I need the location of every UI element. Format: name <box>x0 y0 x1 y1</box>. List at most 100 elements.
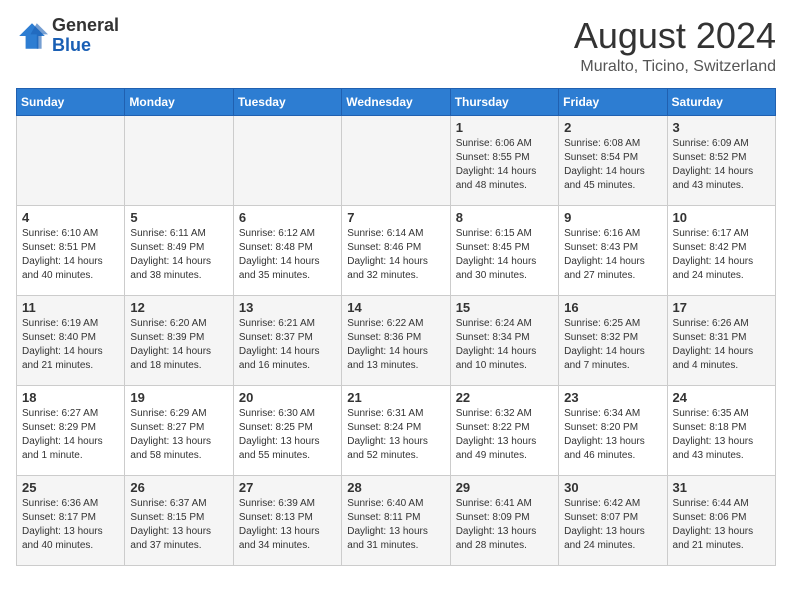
calendar-cell: 19Sunrise: 6:29 AM Sunset: 8:27 PM Dayli… <box>125 385 233 475</box>
logo-icon <box>16 20 48 52</box>
day-detail: Sunrise: 6:14 AM Sunset: 8:46 PM Dayligh… <box>347 227 444 283</box>
day-number: 24 <box>673 390 770 405</box>
day-detail: Sunrise: 6:34 AM Sunset: 8:20 PM Dayligh… <box>564 407 661 463</box>
day-number: 8 <box>456 210 553 225</box>
calendar-cell <box>125 115 233 205</box>
day-number: 9 <box>564 210 661 225</box>
day-number: 11 <box>22 300 119 315</box>
weekday-header: Saturday <box>667 88 775 115</box>
calendar-cell: 8 Sunrise: 6:15 AM Sunset: 8:45 PM Daylig… <box>450 205 558 295</box>
day-number: 15 <box>456 300 553 315</box>
calendar-week-row: 11Sunrise: 6:19 AM Sunset: 8:40 PM Dayli… <box>17 295 776 385</box>
day-detail: Sunrise: 6:22 AM Sunset: 8:36 PM Dayligh… <box>347 317 444 373</box>
calendar-cell: 21 Sunrise: 6:31 AM Sunset: 8:24 PM Dayli… <box>342 385 450 475</box>
day-detail: Sunrise: 6:26 AM Sunset: 8:31 PM Dayligh… <box>673 317 770 373</box>
day-detail: Sunrise: 6:40 AM Sunset: 8:11 PM Dayligh… <box>347 497 444 553</box>
day-detail: Sunrise: 6:27 AM Sunset: 8:29 PM Dayligh… <box>22 407 119 463</box>
calendar-cell: 13 Sunrise: 6:21 AM Sunset: 8:37 PM Dayli… <box>233 295 341 385</box>
calendar-cell: 7 Sunrise: 6:14 AM Sunset: 8:46 PM Daylig… <box>342 205 450 295</box>
calendar-cell: 27Sunrise: 6:39 AM Sunset: 8:13 PM Dayli… <box>233 475 341 565</box>
calendar-table: SundayMondayTuesdayWednesdayThursdayFrid… <box>16 88 776 566</box>
calendar-cell: 6 Sunrise: 6:12 AM Sunset: 8:48 PM Daylig… <box>233 205 341 295</box>
day-detail: Sunrise: 6:31 AM Sunset: 8:24 PM Dayligh… <box>347 407 444 463</box>
day-detail: Sunrise: 6:16 AM Sunset: 8:43 PM Dayligh… <box>564 227 661 283</box>
day-detail: Sunrise: 6:06 AM Sunset: 8:55 PM Dayligh… <box>456 137 553 193</box>
weekday-header: Thursday <box>450 88 558 115</box>
calendar-cell: 10Sunrise: 6:17 AM Sunset: 8:42 PM Dayli… <box>667 205 775 295</box>
calendar-cell: 31 Sunrise: 6:44 AM Sunset: 8:06 PM Dayli… <box>667 475 775 565</box>
day-detail: Sunrise: 6:15 AM Sunset: 8:45 PM Dayligh… <box>456 227 553 283</box>
day-number: 16 <box>564 300 661 315</box>
calendar-week-row: 18 Sunrise: 6:27 AM Sunset: 8:29 PM Dayli… <box>17 385 776 475</box>
day-detail: Sunrise: 6:36 AM Sunset: 8:17 PM Dayligh… <box>22 497 119 553</box>
day-detail: Sunrise: 6:44 AM Sunset: 8:06 PM Dayligh… <box>673 497 770 553</box>
calendar-cell: 29Sunrise: 6:41 AM Sunset: 8:09 PM Dayli… <box>450 475 558 565</box>
calendar-cell: 24Sunrise: 6:35 AM Sunset: 8:18 PM Dayli… <box>667 385 775 475</box>
calendar-week-row: 25 Sunrise: 6:36 AM Sunset: 8:17 PM Dayli… <box>17 475 776 565</box>
day-number: 1 <box>456 120 553 135</box>
calendar-cell: 2 Sunrise: 6:08 AM Sunset: 8:54 PM Daylig… <box>559 115 667 205</box>
day-number: 31 <box>673 480 770 495</box>
page-header: General Blue August 2024 Muralto, Ticino… <box>16 16 776 76</box>
weekday-header: Wednesday <box>342 88 450 115</box>
day-number: 18 <box>22 390 119 405</box>
day-number: 22 <box>456 390 553 405</box>
calendar-cell: 18 Sunrise: 6:27 AM Sunset: 8:29 PM Dayli… <box>17 385 125 475</box>
calendar-cell <box>233 115 341 205</box>
calendar-cell: 23 Sunrise: 6:34 AM Sunset: 8:20 PM Dayli… <box>559 385 667 475</box>
calendar-cell: 4Sunrise: 6:10 AM Sunset: 8:51 PM Daylig… <box>17 205 125 295</box>
day-number: 14 <box>347 300 444 315</box>
day-detail: Sunrise: 6:32 AM Sunset: 8:22 PM Dayligh… <box>456 407 553 463</box>
day-detail: Sunrise: 6:20 AM Sunset: 8:39 PM Dayligh… <box>130 317 227 373</box>
day-detail: Sunrise: 6:10 AM Sunset: 8:51 PM Dayligh… <box>22 227 119 283</box>
day-number: 23 <box>564 390 661 405</box>
calendar-cell: 22 Sunrise: 6:32 AM Sunset: 8:22 PM Dayli… <box>450 385 558 475</box>
calendar-week-row: 4Sunrise: 6:10 AM Sunset: 8:51 PM Daylig… <box>17 205 776 295</box>
day-detail: Sunrise: 6:24 AM Sunset: 8:34 PM Dayligh… <box>456 317 553 373</box>
day-detail: Sunrise: 6:09 AM Sunset: 8:52 PM Dayligh… <box>673 137 770 193</box>
calendar-cell: 5 Sunrise: 6:11 AM Sunset: 8:49 PM Daylig… <box>125 205 233 295</box>
day-number: 17 <box>673 300 770 315</box>
day-detail: Sunrise: 6:21 AM Sunset: 8:37 PM Dayligh… <box>239 317 336 373</box>
day-number: 13 <box>239 300 336 315</box>
calendar-cell: 15 Sunrise: 6:24 AM Sunset: 8:34 PM Dayli… <box>450 295 558 385</box>
calendar-subtitle: Muralto, Ticino, Switzerland <box>574 58 776 76</box>
day-number: 5 <box>130 210 227 225</box>
day-number: 7 <box>347 210 444 225</box>
day-number: 26 <box>130 480 227 495</box>
calendar-cell: 12 Sunrise: 6:20 AM Sunset: 8:39 PM Dayli… <box>125 295 233 385</box>
calendar-cell: 16 Sunrise: 6:25 AM Sunset: 8:32 PM Dayli… <box>559 295 667 385</box>
day-detail: Sunrise: 6:11 AM Sunset: 8:49 PM Dayligh… <box>130 227 227 283</box>
calendar-cell: 3 Sunrise: 6:09 AM Sunset: 8:52 PM Daylig… <box>667 115 775 205</box>
calendar-cell: 28 Sunrise: 6:40 AM Sunset: 8:11 PM Dayli… <box>342 475 450 565</box>
day-number: 30 <box>564 480 661 495</box>
day-detail: Sunrise: 6:08 AM Sunset: 8:54 PM Dayligh… <box>564 137 661 193</box>
calendar-cell: 14 Sunrise: 6:22 AM Sunset: 8:36 PM Dayli… <box>342 295 450 385</box>
day-number: 20 <box>239 390 336 405</box>
day-number: 25 <box>22 480 119 495</box>
day-detail: Sunrise: 6:12 AM Sunset: 8:48 PM Dayligh… <box>239 227 336 283</box>
calendar-title: August 2024 <box>574 16 776 56</box>
calendar-cell: 9 Sunrise: 6:16 AM Sunset: 8:43 PM Daylig… <box>559 205 667 295</box>
title-area: August 2024 Muralto, Ticino, Switzerland <box>574 16 776 76</box>
day-number: 21 <box>347 390 444 405</box>
calendar-cell <box>342 115 450 205</box>
day-detail: Sunrise: 6:42 AM Sunset: 8:07 PM Dayligh… <box>564 497 661 553</box>
weekday-header: Friday <box>559 88 667 115</box>
day-number: 12 <box>130 300 227 315</box>
logo-text: General Blue <box>52 16 119 56</box>
day-number: 28 <box>347 480 444 495</box>
day-number: 2 <box>564 120 661 135</box>
calendar-cell: 11Sunrise: 6:19 AM Sunset: 8:40 PM Dayli… <box>17 295 125 385</box>
calendar-cell <box>17 115 125 205</box>
day-detail: Sunrise: 6:29 AM Sunset: 8:27 PM Dayligh… <box>130 407 227 463</box>
calendar-week-row: 1 Sunrise: 6:06 AM Sunset: 8:55 PM Daylig… <box>17 115 776 205</box>
day-number: 10 <box>673 210 770 225</box>
day-detail: Sunrise: 6:25 AM Sunset: 8:32 PM Dayligh… <box>564 317 661 373</box>
day-number: 3 <box>673 120 770 135</box>
calendar-cell: 1 Sunrise: 6:06 AM Sunset: 8:55 PM Daylig… <box>450 115 558 205</box>
day-detail: Sunrise: 6:37 AM Sunset: 8:15 PM Dayligh… <box>130 497 227 553</box>
day-number: 6 <box>239 210 336 225</box>
weekday-header: Tuesday <box>233 88 341 115</box>
weekday-header: Monday <box>125 88 233 115</box>
